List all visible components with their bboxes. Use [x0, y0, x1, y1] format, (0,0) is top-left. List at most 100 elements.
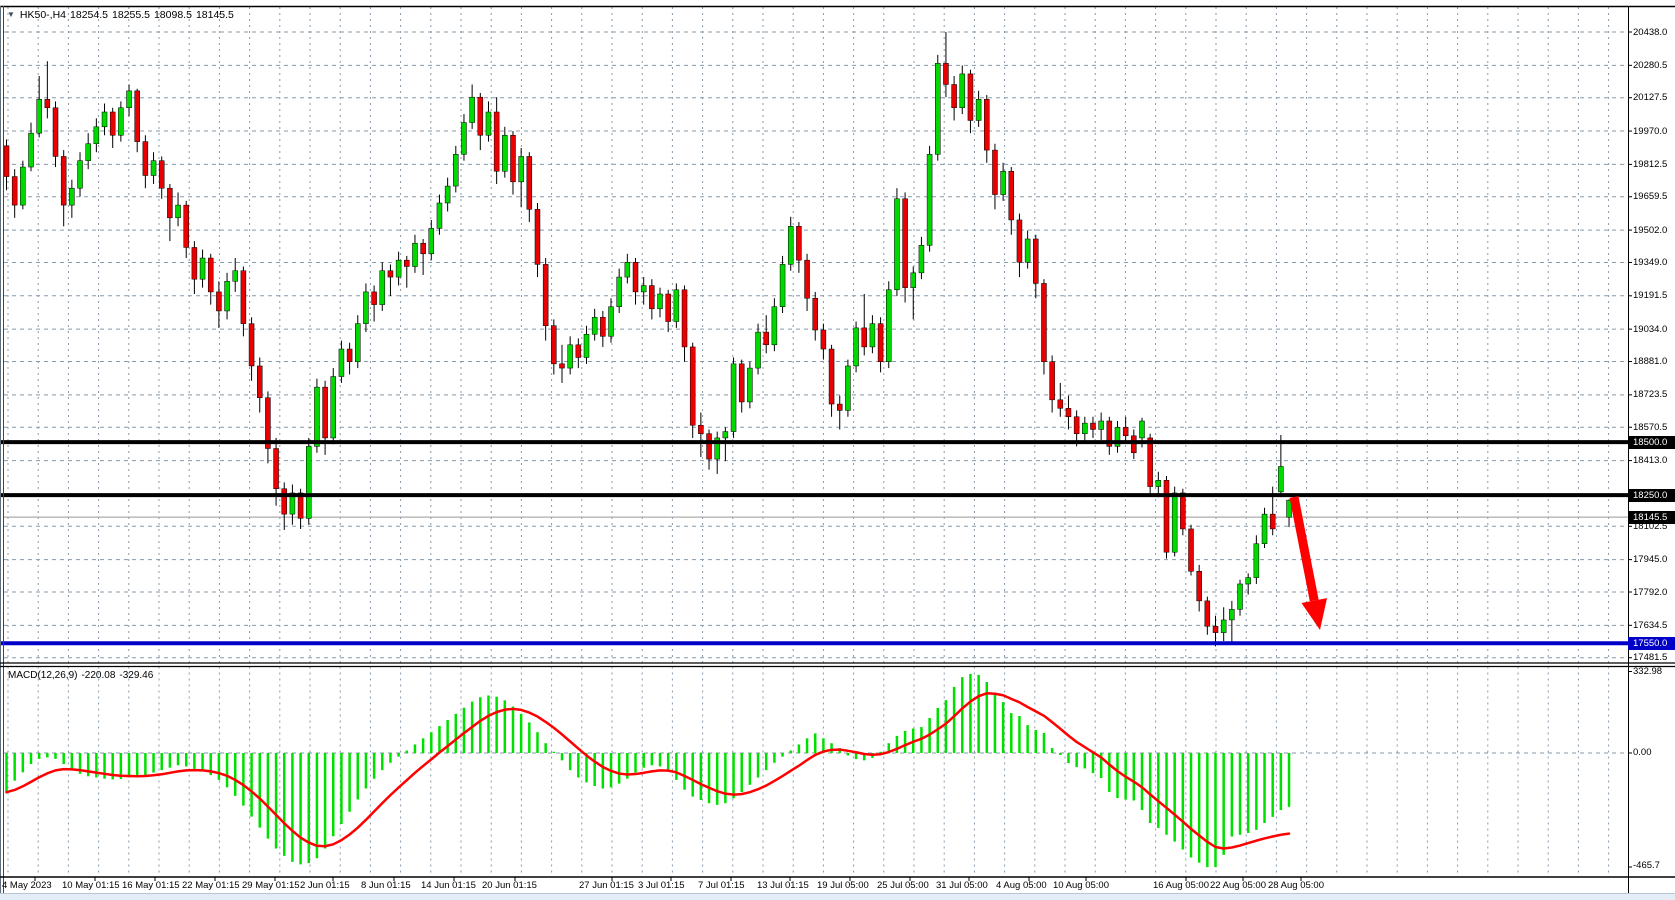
symbol-dropdown-icon[interactable]: ▼: [7, 10, 15, 19]
candle-body-bear: [633, 262, 638, 292]
candle-body-bull: [380, 271, 385, 305]
candle-body-bull: [568, 345, 573, 368]
candle-body-bull: [200, 258, 205, 279]
time-axis-label: 7 Jul 01:15: [698, 880, 744, 891]
candle-body-bear: [837, 404, 842, 410]
candle-body-bull: [960, 74, 965, 108]
candle-body-bull: [1246, 578, 1251, 584]
candle-body-bull: [1229, 609, 1234, 620]
time-axis-label: 16 May 01:15: [122, 880, 180, 891]
candle-body-bull: [772, 307, 777, 345]
time-axis-label: 16 Aug 05:00: [1153, 880, 1209, 891]
candle-body-bear: [478, 97, 483, 135]
candle-body-bull: [94, 127, 99, 144]
candle-body-bear: [690, 347, 695, 425]
chart-window: ▼HK50-,H418254.518255.518098.518145.5 MA…: [0, 0, 1675, 900]
candle-body-bear: [1074, 417, 1079, 434]
symbol-name: HK50-,H4: [20, 9, 66, 21]
macd-scale-max: 332.98: [1633, 666, 1662, 677]
candle-body-bull: [731, 364, 736, 432]
candle-body-bull: [927, 154, 932, 245]
candle-body-bear: [1189, 529, 1194, 571]
candle-body-bull: [870, 324, 875, 347]
candle-body-bear: [543, 264, 548, 325]
price-axis-label: 17634.5: [1633, 620, 1667, 631]
time-axis-label: 10 Aug 05:00: [1053, 880, 1109, 891]
candle-body-bull: [453, 154, 458, 186]
candle-body-bull: [1099, 421, 1104, 429]
candle-body-bear: [682, 290, 687, 347]
candle-body-bull: [756, 332, 761, 368]
candle-body-bear: [943, 63, 948, 84]
candle-body-bull: [617, 277, 622, 307]
candle-body-bear: [1270, 514, 1275, 529]
candle-body-bull: [502, 135, 507, 171]
chart-plot-area[interactable]: [0, 0, 1675, 900]
time-axis-label: 2 Jun 01:15: [300, 880, 350, 891]
candle-body-bear: [4, 146, 9, 177]
candle-body-bear: [53, 108, 58, 157]
candle-body-bull: [355, 324, 360, 362]
candle-body-bear: [510, 135, 515, 182]
time-axis-label: 20 Jun 01:15: [482, 880, 537, 891]
candle-body-bear: [184, 205, 189, 247]
candle-body-bull: [118, 108, 123, 136]
candle-body-bull: [1254, 544, 1259, 578]
candle-body-bear: [1090, 423, 1095, 429]
candle-body-bear: [167, 188, 172, 218]
candle-body-bear: [1058, 400, 1063, 408]
price-axis-label: 19191.5: [1633, 290, 1667, 301]
candle-body-bear: [1009, 171, 1014, 220]
price-badge: 18500.0: [1628, 436, 1675, 449]
candle-body-bear: [249, 324, 254, 366]
macd-params: MACD(12,26,9): [8, 670, 77, 681]
candle-body-bear: [323, 387, 328, 438]
candle-body-bull: [396, 260, 401, 277]
candle-body-bull: [1172, 493, 1177, 552]
candle-body-bear: [1041, 283, 1046, 361]
candle-body-bear: [551, 326, 556, 364]
price-axis-label: 18570.5: [1633, 422, 1667, 433]
candle-body-bull: [1221, 620, 1226, 633]
candle-body-bear: [1131, 436, 1136, 453]
candle-body-bear: [1205, 601, 1210, 626]
candle-body-bull: [102, 112, 107, 127]
price-axis-label: 18413.0: [1633, 455, 1667, 466]
candle-body-bear: [764, 332, 769, 345]
time-axis-label: 19 Jul 05:00: [817, 880, 869, 891]
candle-body-bear: [135, 91, 140, 142]
candle-body-bear: [241, 271, 246, 324]
candle-body-bull: [151, 161, 156, 176]
candle-body-bull: [78, 161, 83, 189]
candle-body-bull: [592, 317, 597, 334]
window-bottom-edge: [0, 893, 1675, 900]
candle-body-bear: [208, 258, 213, 292]
time-axis-label: 22 Aug 05:00: [1210, 880, 1266, 891]
candle-body-bear: [347, 349, 352, 362]
candle-body-bear: [1197, 571, 1202, 601]
candle-body-bull: [437, 203, 442, 228]
candle-body-bull: [69, 188, 74, 205]
price-badge: 17550.0: [1628, 637, 1675, 650]
candle-body-bull: [747, 368, 752, 402]
candle-body-bear: [707, 434, 712, 459]
candle-body-bear: [372, 292, 377, 305]
candle-body-bull: [609, 307, 614, 337]
price-axis-label: 19349.0: [1633, 257, 1667, 268]
candle-body-bear: [110, 112, 115, 135]
candle-body-bear: [159, 161, 164, 189]
candle-body-bear: [666, 294, 671, 322]
time-axis-label: 10 May 01:15: [62, 880, 120, 891]
candle-body-bear: [903, 199, 908, 288]
candle-body-bear: [649, 286, 654, 309]
candle-body-bear: [494, 112, 499, 171]
candle-body-bull: [911, 273, 916, 288]
time-axis-label: 14 Jun 01:15: [421, 880, 476, 891]
candle-body-bear: [739, 364, 744, 402]
candle-body-bull: [1156, 480, 1161, 486]
candle-body-bull: [894, 199, 899, 290]
candle-body-bear: [805, 260, 810, 298]
candle-body-bull: [919, 245, 924, 273]
candle-body-bear: [388, 271, 393, 277]
ohlc-close: 18145.5: [196, 9, 234, 21]
